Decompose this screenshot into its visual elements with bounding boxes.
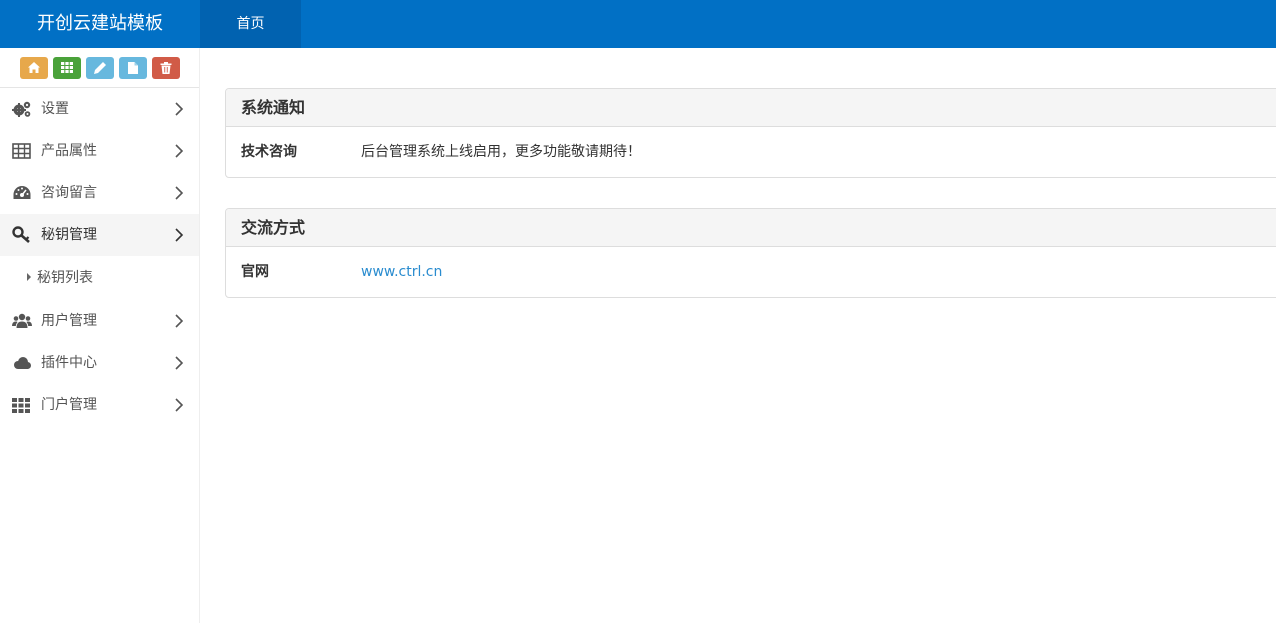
sidebar-item-plugin-center[interactable]: 插件中心 [0,342,199,384]
sidebar-item-label: 插件中心 [41,355,97,371]
panel-title: 系统通知 [226,89,1276,127]
file-shortcut-button[interactable] [119,57,147,79]
grid-shortcut-button[interactable] [53,57,81,79]
table-icon [12,143,31,159]
sidebar-subitem-label: 秘钥列表 [37,270,93,286]
home-icon [28,62,40,73]
sidebar-item-label: 门户管理 [41,397,97,413]
row-key: 官网 [241,264,269,280]
file-icon [128,62,138,74]
panel-row: 技术咨询 后台管理系统上线启用，更多功能敬请期待！ [226,127,1276,177]
cloud-icon [14,357,31,369]
shortcut-toolbar [0,48,199,88]
sidebar-item-inquiries[interactable]: 咨询留言 [0,172,199,214]
nav-item-home[interactable]: 首页 [200,0,301,48]
panel-row: 官网 www.ctrl.cn [226,247,1276,297]
chevron-right-icon [175,398,184,412]
caret-right-icon [27,273,31,281]
row-key: 技术咨询 [241,144,297,160]
panel-title: 交流方式 [226,209,1276,247]
pencil-icon [94,62,106,74]
chevron-right-icon [175,144,184,158]
contact-panel: 交流方式 官网 www.ctrl.cn [225,208,1276,298]
chevron-right-icon [175,228,184,242]
sidebar-item-label: 用户管理 [41,313,97,329]
sidebar-item-label: 秘钥管理 [41,227,97,243]
sidebar-menu: 设置 产品属性 咨询留言 秘钥管理 秘钥列表 用户管理 插件中心 门户管理 [0,88,199,426]
sidebar-item-portal-management[interactable]: 门户管理 [0,384,199,426]
users-icon [12,313,32,328]
dashboard-icon [13,186,31,199]
grid-icon [61,62,73,73]
sidebar-item-key-management[interactable]: 秘钥管理 [0,214,199,256]
delete-shortcut-button[interactable] [152,57,180,79]
sidebar-item-user-management[interactable]: 用户管理 [0,300,199,342]
sidebar-item-label: 设置 [41,101,69,117]
sidebar-subitem-key-list[interactable]: 秘钥列表 [0,256,199,300]
chevron-right-icon [175,186,184,200]
home-shortcut-button[interactable] [20,57,48,79]
edit-shortcut-button[interactable] [86,57,114,79]
sidebar-item-product-attributes[interactable]: 产品属性 [0,130,199,172]
th-icon [12,398,30,413]
chevron-right-icon [175,102,184,116]
sidebar-item-settings[interactable]: 设置 [0,88,199,130]
row-value: 后台管理系统上线启用，更多功能敬请期待！ [361,144,641,160]
gears-icon [12,101,31,117]
website-link[interactable]: www.ctrl.cn [361,247,442,297]
chevron-right-icon [175,314,184,328]
trash-icon [160,62,172,74]
key-icon [12,226,30,243]
app-title[interactable]: 开创云建站模板 [0,0,200,48]
sidebar: 设置 产品属性 咨询留言 秘钥管理 秘钥列表 用户管理 插件中心 门户管理 [0,48,200,623]
system-notice-panel: 系统通知 技术咨询 后台管理系统上线启用，更多功能敬请期待！ [225,88,1276,178]
chevron-right-icon [175,356,184,370]
sidebar-item-label: 咨询留言 [41,185,97,201]
sidebar-item-label: 产品属性 [41,143,97,159]
top-navbar: 开创云建站模板 首页 [0,0,1276,48]
